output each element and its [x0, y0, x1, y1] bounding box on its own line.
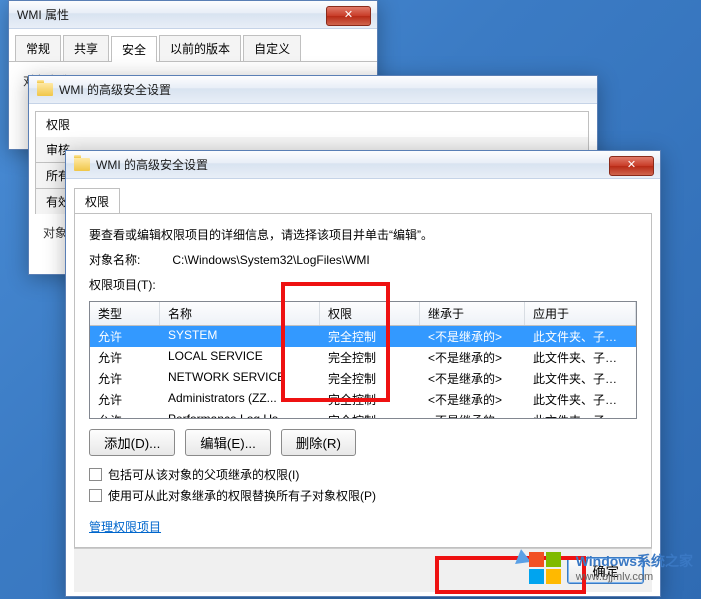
cell-inherit: <不是继承的>: [420, 368, 525, 389]
cell-perm: 完全控制: [320, 347, 420, 368]
perm-row[interactable]: 允许LOCAL SERVICE完全控制<不是继承的>此文件夹、子文件夹..: [90, 347, 636, 368]
perm-row[interactable]: 允许Performance Log Us...完全控制<不是继承的>此文件夹、子…: [90, 410, 636, 419]
tab-share[interactable]: 共享: [63, 35, 109, 61]
titlebar[interactable]: WMI 的高级安全设置: [29, 76, 597, 104]
tab-perm[interactable]: 权限: [35, 111, 589, 137]
col-type[interactable]: 类型: [90, 302, 160, 325]
tab-security[interactable]: 安全: [111, 36, 157, 62]
col-perm[interactable]: 权限: [320, 302, 420, 325]
object-label: 对象名称:: [89, 251, 169, 268]
tab-general[interactable]: 常规: [15, 35, 61, 61]
cell-perm: 完全控制: [320, 326, 420, 347]
cell-type: 允许: [90, 347, 160, 368]
watermark-logo-icon: [524, 549, 568, 585]
cell-apply: 此文件夹、子文件夹..: [525, 347, 636, 368]
cell-name: LOCAL SERVICE: [160, 347, 320, 368]
close-icon: ✕: [344, 9, 353, 21]
cell-apply: 此文件夹、子文件夹..: [525, 368, 636, 389]
window-title: WMI 的高级安全设置: [96, 156, 208, 173]
cell-name: SYSTEM: [160, 326, 320, 347]
cell-inherit: <不是继承的>: [420, 410, 525, 419]
titlebar[interactable]: WMI 属性 ✕: [9, 1, 377, 29]
cell-type: 允许: [90, 368, 160, 389]
watermark: Windows系统之家 www.bjjmlv.com: [524, 549, 693, 585]
col-inherit[interactable]: 继承于: [420, 302, 525, 325]
cell-type: 允许: [90, 326, 160, 347]
close-icon: ✕: [627, 159, 636, 171]
folder-icon: [74, 158, 90, 171]
manage-perm-link[interactable]: 管理权限项目: [89, 520, 161, 534]
perm-list[interactable]: 类型 名称 权限 继承于 应用于 允许SYSTEM完全控制<不是继承的>此文件夹…: [89, 301, 637, 419]
folder-icon: [37, 83, 53, 96]
tab-custom[interactable]: 自定义: [243, 35, 301, 61]
add-button[interactable]: 添加(D)...: [89, 429, 175, 456]
close-button[interactable]: ✕: [609, 156, 654, 176]
cell-name: NETWORK SERVICE: [160, 368, 320, 389]
cell-type: 允许: [90, 389, 160, 410]
cell-inherit: <不是继承的>: [420, 326, 525, 347]
perm-row[interactable]: 允许NETWORK SERVICE完全控制<不是继承的>此文件夹、子文件夹..: [90, 368, 636, 389]
tab-prev[interactable]: 以前的版本: [159, 35, 241, 61]
object-name-row: 对象名称: C:\Windows\System32\LogFiles\WMI: [89, 251, 637, 268]
cell-type: 允许: [90, 410, 160, 419]
perm-row[interactable]: 允许SYSTEM完全控制<不是继承的>此文件夹、子文件夹..: [90, 326, 636, 347]
tabs: 常规 共享 安全 以前的版本 自定义: [9, 29, 377, 62]
perm-panel: 要查看或编辑权限项目的详细信息，请选择该项目并单击“编辑”。 对象名称: C:\…: [74, 213, 652, 548]
watermark-title: Windows系统之家: [576, 551, 693, 571]
cell-inherit: <不是继承的>: [420, 347, 525, 368]
cell-apply: 此文件夹、子文件夹..: [525, 326, 636, 347]
checkbox-icon[interactable]: [89, 489, 102, 502]
checkbox-inherit-row[interactable]: 包括可从该对象的父项继承的权限(I): [89, 466, 637, 483]
titlebar[interactable]: WMI 的高级安全设置 ✕: [66, 151, 660, 179]
remove-button[interactable]: 删除(R): [281, 429, 356, 456]
checkbox-inherit-label: 包括可从该对象的父项继承的权限(I): [108, 466, 299, 483]
cell-perm: 完全控制: [320, 410, 420, 419]
perm-header: 类型 名称 权限 继承于 应用于: [90, 302, 636, 326]
cell-apply: 此文件夹、子文件夹..: [525, 410, 636, 419]
checkbox-replace-label: 使用可从此对象继承的权限替换所有子对象权限(P): [108, 487, 376, 504]
close-button[interactable]: ✕: [326, 6, 371, 26]
cell-name: Administrators (ZZ...: [160, 389, 320, 410]
window-title: WMI 属性: [17, 6, 69, 23]
cell-perm: 完全控制: [320, 368, 420, 389]
edit-button[interactable]: 编辑(E)...: [185, 429, 271, 456]
perm-row[interactable]: 允许Administrators (ZZ...完全控制<不是继承的>此文件夹、子…: [90, 389, 636, 410]
cell-perm: 完全控制: [320, 389, 420, 410]
checkbox-icon[interactable]: [89, 468, 102, 481]
cell-apply: 此文件夹、子文件夹..: [525, 389, 636, 410]
col-apply[interactable]: 应用于: [525, 302, 636, 325]
cell-inherit: <不是继承的>: [420, 389, 525, 410]
object-path: C:\Windows\System32\LogFiles\WMI: [172, 253, 369, 267]
instruction-text: 要查看或编辑权限项目的详细信息，请选择该项目并单击“编辑”。: [89, 226, 637, 243]
cell-name: Performance Log Us...: [160, 410, 320, 419]
col-name[interactable]: 名称: [160, 302, 320, 325]
tab-perm[interactable]: 权限: [74, 188, 120, 214]
tabs: 权限: [74, 187, 652, 213]
perm-items-label: 权限项目(T):: [89, 276, 637, 293]
advanced-security-window-front: WMI 的高级安全设置 ✕ 权限 要查看或编辑权限项目的详细信息，请选择该项目并…: [65, 150, 661, 597]
button-row: 添加(D)... 编辑(E)... 删除(R): [89, 429, 637, 456]
checkbox-replace-row[interactable]: 使用可从此对象继承的权限替换所有子对象权限(P): [89, 487, 637, 504]
window-title: WMI 的高级安全设置: [59, 81, 171, 98]
watermark-url: www.bjjmlv.com: [576, 571, 693, 583]
